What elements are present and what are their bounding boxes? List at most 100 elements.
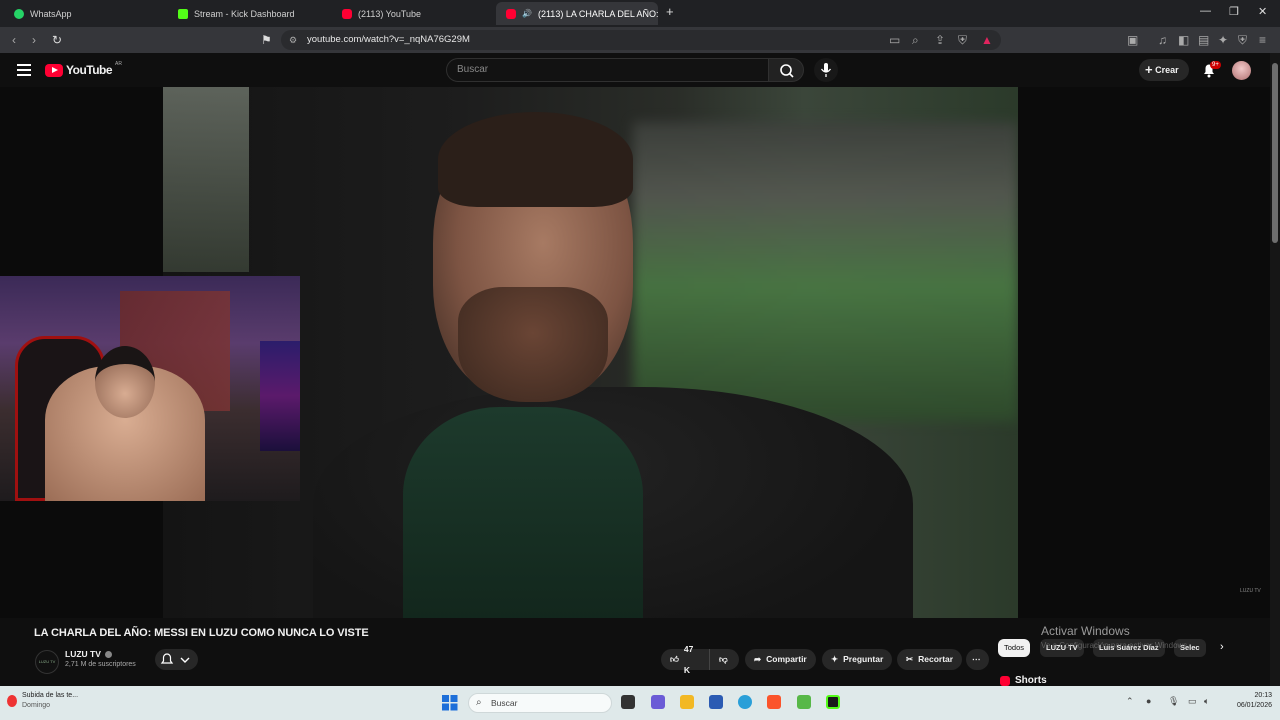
whatsapp-icon <box>14 8 24 19</box>
brave-rewards-icon[interactable]: ▲ <box>981 33 993 47</box>
app-icon[interactable] <box>797 695 811 709</box>
search-icon: ⌕ <box>476 697 482 708</box>
ask-label: Preguntar <box>843 654 884 664</box>
search-button[interactable] <box>768 58 804 82</box>
weather-title: Subida de las te... <box>22 692 79 699</box>
background-stadium <box>633 122 1018 422</box>
site-info-icon[interactable]: ⚙ <box>289 30 297 50</box>
task-view-icon[interactable] <box>621 695 635 709</box>
video-player[interactable]: LUZU TV <box>0 87 1270 618</box>
channel-avatar[interactable]: LUZU TV <box>35 650 59 674</box>
activate-windows-subtitle: Ve a Configuración para activar Windows. <box>1041 641 1190 650</box>
like-count: 47 K <box>683 643 694 675</box>
clip-button[interactable]: ✂ Recortar <box>897 649 963 670</box>
tab-youtube-home[interactable]: (2113) YouTube <box>332 2 498 25</box>
tray-app-icon[interactable]: ● <box>1146 696 1151 706</box>
create-button[interactable]: + Crear <box>1139 59 1189 81</box>
tray-overflow-icon[interactable]: ⌃ <box>1126 696 1134 707</box>
brave-icon[interactable] <box>767 695 781 709</box>
scrollbar-thumb[interactable] <box>1272 63 1278 243</box>
more-actions-button[interactable]: ⋯ <box>966 649 989 670</box>
subscriber-count: 2,71 M de suscriptores <box>65 661 136 668</box>
browser-tab-strip: WhatsApp Stream - Kick Dashboard (2113) … <box>0 0 1280 27</box>
cast-icon[interactable]: ▭ <box>889 33 900 47</box>
weather-widget[interactable]: Subida de las te... Domingo <box>22 691 78 711</box>
webcam-streamer-head <box>95 346 155 418</box>
tab-whatsapp[interactable]: WhatsApp <box>4 2 170 25</box>
account-avatar[interactable] <box>1232 61 1251 80</box>
youtube-icon <box>506 8 516 19</box>
page-scrollbar[interactable] <box>1270 53 1280 686</box>
network-icon[interactable]: ▭ <box>1188 696 1197 707</box>
search-icon <box>780 64 794 78</box>
clock-date: 06/01/2026 <box>1236 702 1272 709</box>
tab-label: (2113) LA CHARLA DEL AÑO: <box>537 8 658 19</box>
subscription-bell-button[interactable] <box>155 649 198 670</box>
reload-icon[interactable]: ↻ <box>52 33 62 47</box>
shorts-section-heading[interactable]: Shorts <box>1000 675 1047 686</box>
video-title: LA CHARLA DEL AÑO: MESSI EN LUZU COMO NU… <box>34 627 369 639</box>
thumbs-down-icon: 👎︎ <box>719 654 728 664</box>
kick-icon <box>178 8 188 19</box>
system-clock[interactable]: 20:13 06/01/2026 <box>1232 691 1272 711</box>
tab-label: Stream - Kick Dashboard <box>194 8 295 19</box>
close-window-icon[interactable]: ✕ <box>1258 5 1267 18</box>
search-input[interactable]: Buscar <box>446 58 768 82</box>
share-button[interactable]: ➦ Compartir <box>745 649 816 670</box>
ask-button[interactable]: ✦ Preguntar <box>822 649 893 670</box>
volume-icon[interactable]: 🔈︎ <box>1204 696 1209 707</box>
tab-youtube-video[interactable]: 🔊 (2113) LA CHARLA DEL AÑO: ✕ <box>496 2 658 25</box>
weather-subtitle: Domingo <box>22 702 51 709</box>
vpn-icon[interactable]: ⛨ <box>1238 33 1247 47</box>
activate-windows-title: Activar Windows <box>1041 624 1130 638</box>
bookmark-icon[interactable]: ⚑ <box>261 33 272 47</box>
youtube-header: YouTube AR Buscar + Crear 9+ <box>0 53 1270 87</box>
sparkle-icon: ✦ <box>831 654 839 664</box>
youtube-logo[interactable]: YouTube AR <box>45 61 122 77</box>
youtube-wordmark: YouTube <box>66 63 113 77</box>
chips-next-icon[interactable]: › <box>1220 641 1224 653</box>
kick-app-icon[interactable] <box>826 695 840 709</box>
taskbar-search-input[interactable]: ⌕ Buscar <box>468 693 612 713</box>
windows-start-icon[interactable] <box>442 695 458 711</box>
hamburger-menu-icon[interactable] <box>17 64 31 76</box>
streamer-webcam-overlay <box>0 276 300 501</box>
create-label: Crear <box>1155 65 1179 75</box>
store-icon[interactable] <box>709 695 723 709</box>
media-icon[interactable]: ♫ <box>1158 33 1167 47</box>
file-explorer-icon[interactable] <box>680 695 694 709</box>
youtube-play-icon <box>45 63 63 77</box>
browser-menu-icon[interactable]: ≡ <box>1259 33 1266 47</box>
background-window <box>163 87 249 272</box>
interviewee-hair <box>438 112 633 207</box>
share-page-icon[interactable]: ⇪ <box>935 33 945 47</box>
share-label: Compartir <box>766 654 807 664</box>
minimize-icon[interactable]: — <box>1200 5 1211 17</box>
voice-search-button[interactable] <box>814 58 838 82</box>
dislike-button[interactable]: 👎︎ <box>709 649 739 670</box>
clock-time: 20:13 <box>1254 692 1272 699</box>
search-placeholder: Buscar <box>457 64 489 75</box>
wallet-icon[interactable]: ▤ <box>1198 33 1209 47</box>
new-tab-icon[interactable]: + <box>666 4 674 19</box>
forward-icon[interactable]: › <box>32 33 36 47</box>
back-icon[interactable]: ‹ <box>12 33 16 47</box>
tray-mic-icon[interactable]: 🎙︎ <box>1168 696 1179 707</box>
taskbar-search-placeholder: Buscar <box>491 698 518 708</box>
thumbs-up-icon: 👍︎ <box>670 654 679 664</box>
microphone-icon <box>820 63 832 77</box>
like-button[interactable]: 👍︎ 47 K <box>661 644 709 675</box>
screenshot-icon[interactable]: ▣ <box>1127 33 1138 47</box>
zoom-icon[interactable]: ⌕ <box>912 33 919 47</box>
edge-icon[interactable] <box>738 695 752 709</box>
brave-shield-icon[interactable]: ⛨ <box>958 33 967 47</box>
chip-all[interactable]: Todos <box>998 639 1031 657</box>
teams-icon[interactable] <box>651 695 665 709</box>
tab-kick-dashboard[interactable]: Stream - Kick Dashboard <box>168 2 334 25</box>
restore-icon[interactable]: ❐ <box>1229 5 1239 18</box>
sidebar-icon[interactable]: ◧ <box>1178 33 1189 47</box>
leo-ai-icon[interactable]: ✦ <box>1218 33 1228 47</box>
youtube-icon <box>342 8 352 19</box>
interviewee-shirt <box>403 407 643 618</box>
channel-name[interactable]: LUZU TV <box>65 649 101 659</box>
